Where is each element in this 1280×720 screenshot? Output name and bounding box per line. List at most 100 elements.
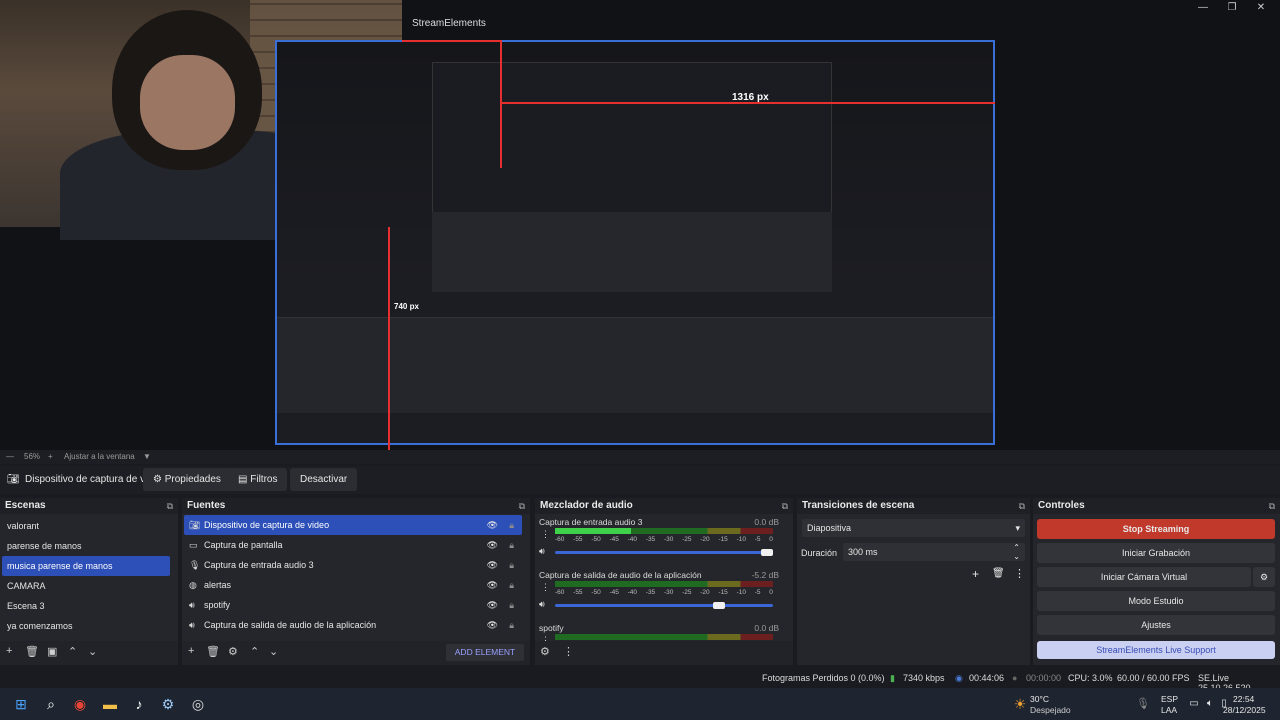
zoom-in-icon[interactable]: + xyxy=(48,452,53,461)
source-item[interactable]: ▭ Captura de pantalla 👁︎ 🔒︎ xyxy=(184,535,522,555)
move-down-icon[interactable]: ⌄ xyxy=(88,645,97,658)
fit-to-window-label[interactable]: Ajustar a la ventana xyxy=(64,452,135,461)
undock-icon[interactable]: ⧉ xyxy=(782,498,788,514)
obs-icon[interactable]: ◎ xyxy=(188,694,208,714)
move-up-icon[interactable]: ⌃ xyxy=(250,645,259,658)
move-up-icon[interactable]: ⌃ xyxy=(68,645,77,658)
start-virtual-camera-button[interactable]: Iniciar Cámara Virtual xyxy=(1037,567,1251,587)
visibility-eye-icon[interactable]: 👁︎ xyxy=(487,575,498,595)
duration-spinbox[interactable]: 300 ms ⌃ ⌄ xyxy=(843,543,1025,561)
studio-mode-button[interactable]: Modo Estudio xyxy=(1037,591,1275,611)
close-icon[interactable]: ✕ xyxy=(1254,2,1268,13)
minimize-icon[interactable]: — xyxy=(1196,2,1210,13)
add-transition-icon[interactable]: + xyxy=(972,567,979,581)
windows-start-icon[interactable]: ⊞ xyxy=(11,694,31,714)
mute-speaker-icon[interactable]: 🔊︎ xyxy=(539,546,545,557)
lock-icon[interactable]: 🔒︎ xyxy=(509,615,514,635)
keyboard-language[interactable]: ESP xyxy=(1161,694,1178,704)
mute-speaker-icon[interactable]: 🔊︎ xyxy=(539,599,545,610)
advanced-audio-icon[interactable]: ⚙ xyxy=(540,645,550,658)
undock-icon[interactable]: ⧉ xyxy=(1019,498,1025,514)
channel-menu-icon[interactable]: ⋮ xyxy=(541,529,550,540)
remove-transition-icon[interactable]: 🗑︎ xyxy=(992,568,1005,579)
clock-date[interactable]: 28/12/2025 xyxy=(1223,705,1266,715)
preview-canvas[interactable]: StreamElements — ❐ ✕ 1316 px 740 px xyxy=(0,0,1280,450)
scene-filters-icon[interactable]: ▣ xyxy=(47,645,57,658)
clock-time[interactable]: 22:54 xyxy=(1233,694,1254,704)
undock-icon[interactable]: ⧉ xyxy=(519,498,525,514)
stop-streaming-button[interactable]: Stop Streaming xyxy=(1037,519,1275,539)
meter-ticks: -60 -55 -50 -45 -40 -35 -30 -25 -20 -15 -10 -5 0 xyxy=(555,536,773,544)
add-element-button[interactable]: ADD ELEMENT xyxy=(446,644,524,661)
fit-dropdown-icon[interactable]: ▼ xyxy=(143,452,151,461)
volume-slider[interactable] xyxy=(555,549,773,556)
remove-scene-icon[interactable]: 🗑︎ xyxy=(25,645,39,658)
sources-footer: + 🗑︎ ⚙ ⌃ ⌄ ADD ELEMENT xyxy=(182,641,530,665)
source-item[interactable]: 📷︎ Dispositivo de captura de video 👁︎ 🔒︎ xyxy=(184,515,522,535)
tick-label: 0 xyxy=(769,589,773,596)
zoom-level: 56% xyxy=(24,452,41,461)
source-item[interactable]: 🔊︎ Captura de salida de audio de la aplic… xyxy=(184,615,522,635)
volume-knob[interactable] xyxy=(761,549,773,556)
maximize-icon[interactable]: ❐ xyxy=(1225,2,1239,13)
transition-select[interactable]: Diapositiva ▾ xyxy=(802,519,1025,537)
scene-item[interactable]: valorant xyxy=(2,516,170,536)
filters-button[interactable]: ▤ Filtros xyxy=(228,468,288,491)
visibility-eye-icon[interactable]: 👁︎ xyxy=(487,515,498,535)
source-item[interactable]: ◍ alertas 👁︎ 🔒︎ xyxy=(184,575,522,595)
undock-icon[interactable]: ⧉ xyxy=(167,498,173,514)
folder-icon[interactable]: ▬ xyxy=(100,694,120,714)
add-source-icon[interactable]: + xyxy=(188,645,194,657)
search-icon[interactable]: ⌕ xyxy=(41,694,61,714)
move-down-icon[interactable]: ⌄ xyxy=(269,645,278,658)
channel-menu-icon[interactable]: ⋮ xyxy=(541,582,550,593)
duration-value: 300 ms xyxy=(848,547,878,557)
tick-label: -10 xyxy=(736,536,746,543)
visibility-eye-icon[interactable]: 👁︎ xyxy=(487,535,498,555)
tiktok-icon[interactable]: ♪ xyxy=(129,694,149,714)
undock-icon[interactable]: ⧉ xyxy=(1269,498,1275,514)
scene-item[interactable]: ya comenzamos xyxy=(2,616,170,636)
visibility-eye-icon[interactable]: 👁︎ xyxy=(487,555,498,575)
source-item[interactable]: 🎙︎ Captura de entrada audio 3 👁︎ 🔒︎ xyxy=(184,555,522,575)
scenes-dock: Escenas ⧉ valorant parense de manos musica … xyxy=(0,498,178,665)
scene-item[interactable]: musica parense de manos xyxy=(2,556,170,576)
mixer-title-label: Mezclador de audio xyxy=(540,500,633,511)
scene-item[interactable]: Escena 3 xyxy=(2,596,170,616)
chrome-icon[interactable]: ◉ xyxy=(70,694,90,714)
height-label: 740 px xyxy=(394,302,419,311)
deactivate-button[interactable]: Desactivar xyxy=(290,468,358,491)
mixer-menu-icon[interactable]: ⋮ xyxy=(563,645,574,658)
properties-button[interactable]: ⚙ Propiedades xyxy=(143,468,231,491)
source-properties-icon[interactable]: ⚙ xyxy=(228,645,238,658)
source-item[interactable]: 🔊︎ spotify 👁︎ 🔒︎ xyxy=(184,595,522,615)
visibility-eye-icon[interactable]: 👁︎ xyxy=(487,615,498,635)
taskbar: ⊞ ⌕ ◉ ▬ ♪ ⚙ ◎ ☀ 30°C Despejado 🎙︎ ESP LA… xyxy=(0,688,1280,720)
scene-item[interactable]: parense de manos xyxy=(2,536,170,556)
steam-icon[interactable]: ⚙ xyxy=(158,694,178,714)
visibility-eye-icon[interactable]: 👁︎ xyxy=(487,595,498,615)
lock-icon[interactable]: 🔒︎ xyxy=(509,555,514,575)
live-support-button[interactable]: StreamElements Live Support xyxy=(1037,641,1275,659)
volume-knob[interactable] xyxy=(713,602,726,609)
controls-title: Controles ⧉ xyxy=(1033,498,1280,514)
spin-down-icon[interactable]: ⌄ xyxy=(1013,548,1020,566)
lock-icon[interactable]: 🔒︎ xyxy=(509,535,514,555)
virtual-camera-settings-icon[interactable]: ⚙ xyxy=(1253,567,1275,587)
tick-label: -45 xyxy=(609,536,619,543)
keyboard-layout[interactable]: LAA xyxy=(1161,705,1177,715)
scene-item[interactable]: CAMARA xyxy=(2,576,170,596)
nested-docks xyxy=(277,317,993,417)
settings-button[interactable]: Ajustes xyxy=(1037,615,1275,635)
zoom-out-icon[interactable]: — xyxy=(6,452,14,461)
start-recording-button[interactable]: Iniciar Grabación xyxy=(1037,543,1275,563)
channel-name: Captura de salida de audio de la aplicac… xyxy=(539,570,702,580)
lock-icon[interactable]: 🔒︎ xyxy=(509,515,514,535)
transition-menu-icon[interactable]: ⋮ xyxy=(1014,567,1025,580)
lock-icon[interactable]: 🔒︎ xyxy=(509,575,514,595)
microphone-icon[interactable]: 🎙︎ xyxy=(1133,694,1153,714)
lock-icon[interactable]: 🔒︎ xyxy=(509,595,514,615)
add-scene-icon[interactable]: + xyxy=(6,645,12,657)
volume-slider[interactable] xyxy=(555,602,773,609)
remove-source-icon[interactable]: 🗑︎ xyxy=(206,645,220,658)
